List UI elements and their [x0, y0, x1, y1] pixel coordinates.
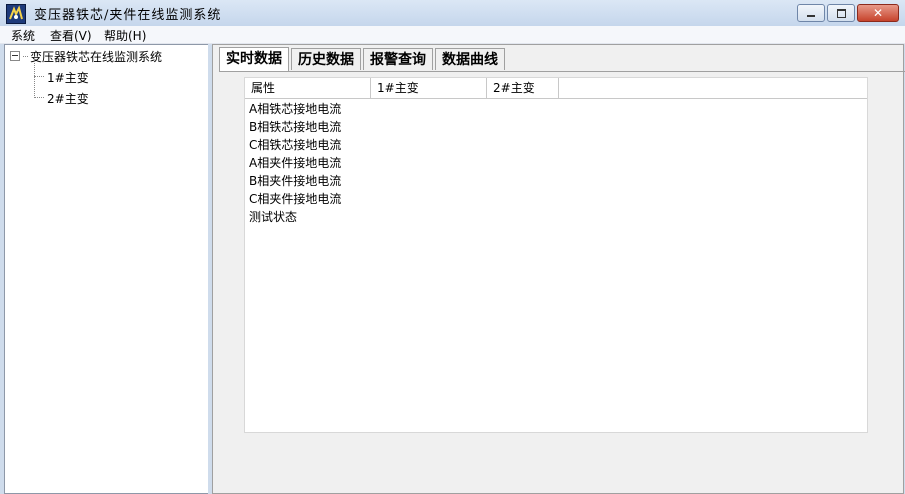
app-logo-icon[interactable] — [6, 4, 26, 24]
close-icon: ✕ — [872, 6, 884, 20]
table-row[interactable]: C相铁芯接地电流 — [249, 136, 341, 154]
close-button[interactable]: ✕ — [857, 4, 899, 22]
content-pane: 实时数据 历史数据 报警查询 数据曲线 属性 1#主变 2#主变 A相铁芯接地电… — [212, 44, 905, 494]
menu-view[interactable]: 查看(V) — [50, 27, 92, 44]
table-row[interactable]: B相铁芯接地电流 — [249, 118, 341, 136]
tree-connector — [34, 97, 44, 98]
tree-item-transformer-1[interactable]: 1#主变 — [47, 69, 89, 86]
maximize-icon — [837, 9, 846, 18]
tree-root-node[interactable]: 变压器铁芯在线监测系统 — [10, 49, 163, 64]
tree-item-transformer-2[interactable]: 2#主变 — [47, 90, 89, 107]
title-bar[interactable]: 变压器铁芯/夹件在线监测系统 ✕ — [0, 0, 905, 26]
column-header-transformer-1[interactable]: 1#主变 — [371, 78, 487, 98]
table-row[interactable]: C相夹件接地电流 — [249, 190, 341, 208]
menu-system[interactable]: 系统 — [11, 27, 35, 44]
menu-help[interactable]: 帮助(H) — [104, 27, 146, 44]
table-body: A相铁芯接地电流 B相铁芯接地电流 C相铁芯接地电流 A相夹件接地电流 B相夹件… — [249, 100, 341, 226]
table-row[interactable]: A相夹件接地电流 — [249, 154, 341, 172]
tree-root-label: 变压器铁芯在线监测系统 — [30, 49, 163, 64]
device-tree[interactable]: 变压器铁芯在线监测系统 1#主变 2#主变 — [4, 44, 209, 494]
table-row[interactable]: B相夹件接地电流 — [249, 172, 341, 190]
tab-divider — [219, 71, 905, 72]
table-row[interactable]: 测试状态 — [249, 208, 341, 226]
tree-collapse-icon[interactable] — [10, 51, 20, 61]
column-header-transformer-2[interactable]: 2#主变 — [487, 78, 559, 98]
tab-alarm-query[interactable]: 报警查询 — [363, 48, 433, 70]
tree-connector — [34, 59, 35, 98]
tab-realtime-data[interactable]: 实时数据 — [219, 47, 289, 71]
realtime-data-table[interactable]: 属性 1#主变 2#主变 A相铁芯接地电流 B相铁芯接地电流 C相铁芯接地电流 … — [244, 77, 868, 433]
tree-connector — [34, 76, 44, 77]
minimize-button[interactable] — [797, 4, 825, 22]
menu-bar: 系统 查看(V) 帮助(H) — [0, 26, 905, 44]
window-title: 变压器铁芯/夹件在线监测系统 — [34, 8, 222, 23]
table-header: 属性 1#主变 2#主变 — [245, 78, 867, 99]
maximize-button[interactable] — [827, 4, 855, 22]
table-row[interactable]: A相铁芯接地电流 — [249, 100, 341, 118]
column-header-attribute[interactable]: 属性 — [245, 78, 371, 98]
tab-history-data[interactable]: 历史数据 — [291, 48, 361, 70]
minimize-icon — [807, 15, 815, 17]
tab-data-curve[interactable]: 数据曲线 — [435, 48, 505, 70]
